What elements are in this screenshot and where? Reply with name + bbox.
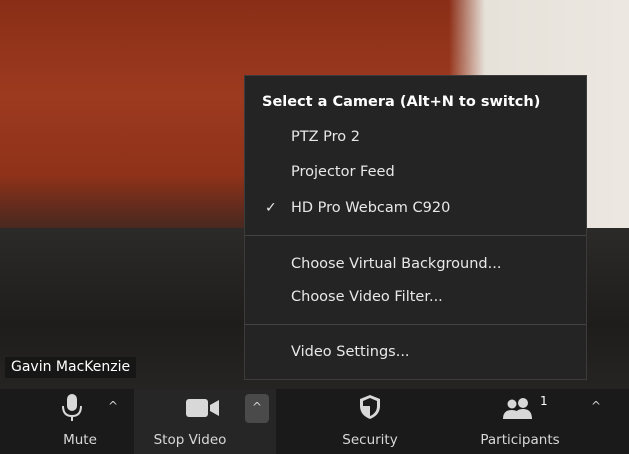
camera-option-hd-pro-webcam[interactable]: HD Pro Webcam C920 xyxy=(291,200,450,216)
shield-icon xyxy=(360,395,380,419)
meeting-toolbar: Mute ^ Stop Video ^ Security 1 Participa… xyxy=(0,389,629,454)
camera-option-projector-feed[interactable]: Projector Feed xyxy=(291,164,395,180)
choose-virtual-background-item[interactable]: Choose Virtual Background... xyxy=(291,256,501,272)
video-options-caret-box[interactable]: ^ xyxy=(245,394,269,423)
participants-label: Participants xyxy=(480,432,560,448)
mute-options-caret[interactable]: ^ xyxy=(108,399,118,413)
microphone-icon xyxy=(62,394,82,421)
menu-title: Select a Camera (Alt+N to switch) xyxy=(262,94,541,110)
participant-name-tag: Gavin MacKenzie xyxy=(5,357,137,378)
camera-option-ptz-pro-2[interactable]: PTZ Pro 2 xyxy=(291,129,360,145)
video-camera-icon xyxy=(186,399,219,417)
stop-video-button[interactable]: Stop Video xyxy=(145,389,235,454)
video-options-caret: ^ xyxy=(252,400,263,414)
participants-options-caret[interactable]: ^ xyxy=(591,399,601,413)
menu-divider xyxy=(245,324,586,325)
choose-video-filter-item[interactable]: Choose Video Filter... xyxy=(291,289,443,305)
mute-label: Mute xyxy=(63,432,97,448)
check-icon: ✓ xyxy=(265,200,277,216)
security-button[interactable]: Security xyxy=(330,389,410,454)
menu-divider xyxy=(245,235,586,236)
participant-count-badge: 1 xyxy=(540,394,548,408)
participants-button[interactable]: 1 Participants xyxy=(470,389,570,454)
people-icon xyxy=(503,398,532,419)
camera-select-menu: Select a Camera (Alt+N to switch) PTZ Pr… xyxy=(244,75,587,380)
stop-video-label: Stop Video xyxy=(153,432,227,448)
security-label: Security xyxy=(342,432,398,448)
video-settings-item[interactable]: Video Settings... xyxy=(291,344,410,360)
